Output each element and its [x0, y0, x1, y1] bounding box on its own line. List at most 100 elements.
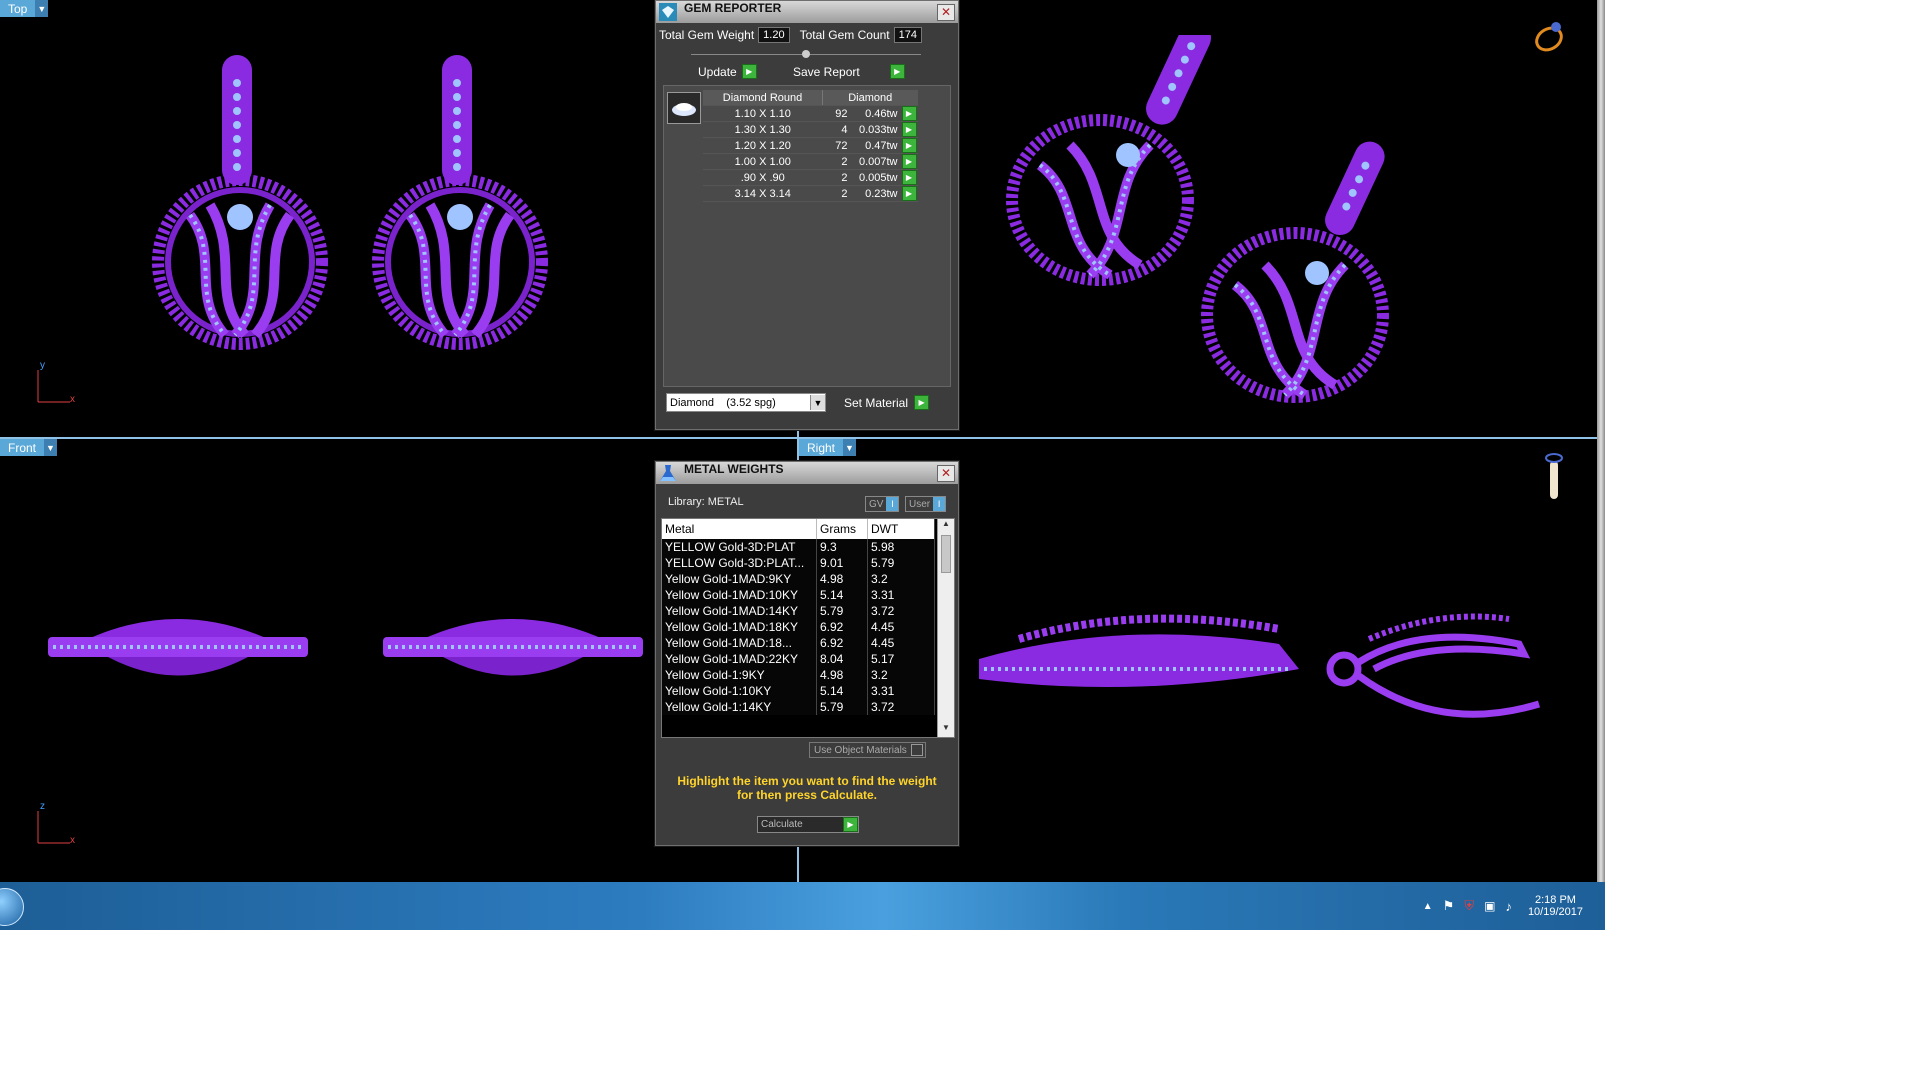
- col-header-metal[interactable]: Metal: [662, 519, 817, 539]
- table-row[interactable]: 1.00 X 1.00 2 0.007tw ▶: [703, 153, 918, 170]
- table-row[interactable]: Yellow Gold-1:9KY 4.98 3.2: [662, 667, 935, 683]
- metal-name: Yellow Gold-1MAD:9KY: [662, 571, 817, 587]
- metal-weights-titlebar[interactable]: METAL WEIGHTS ✕: [656, 462, 958, 484]
- material-select[interactable]: Diamond (3.52 spg) ▼: [666, 393, 826, 412]
- toggle-indicator-icon: I: [933, 497, 946, 511]
- metal-table-header: Metal Grams DWT: [662, 519, 935, 539]
- play-icon[interactable]: ▶: [901, 106, 917, 121]
- table-row[interactable]: Yellow Gold-1MAD:18KY 6.92 4.45: [662, 619, 935, 635]
- metal-list[interactable]: Metal Grams DWT YELLOW Gold-3D:PLAT 9.3 5.…: [661, 518, 955, 738]
- viewport-right-tag[interactable]: Right ▼: [799, 439, 857, 456]
- table-row[interactable]: Yellow Gold-1MAD:14KY 5.79 3.72: [662, 603, 935, 619]
- table-row[interactable]: YELLOW Gold-3D:PLAT... 9.01 5.79: [662, 555, 935, 571]
- metal-grams: 8.04: [816, 651, 868, 667]
- col-header-dwt[interactable]: DWT: [867, 519, 935, 539]
- metal-list-scrollbar[interactable]: ▲ ▼: [937, 519, 954, 737]
- gem-reporter-titlebar[interactable]: GEM REPORTER ✕: [656, 1, 958, 23]
- scroll-up-icon[interactable]: ▲: [938, 519, 954, 533]
- earring-top-view[interactable]: [130, 45, 590, 365]
- gem-list-area[interactable]: Diamond Round Diamond 1.10 X 1.10 92 0.46t…: [663, 85, 951, 387]
- close-icon[interactable]: ✕: [937, 4, 955, 21]
- earring-front-view[interactable]: [48, 599, 648, 699]
- play-icon[interactable]: ▶: [901, 138, 917, 153]
- table-row[interactable]: Yellow Gold-1MAD:10KY 5.14 3.31: [662, 587, 935, 603]
- gem-row-select[interactable]: ▶: [900, 169, 918, 186]
- start-button[interactable]: [0, 888, 24, 926]
- calculate-hint: Highlight the item you want to find the …: [677, 774, 937, 802]
- clock-time: 2:18 PM: [1534, 894, 1576, 906]
- table-row[interactable]: Yellow Gold-1MAD:9KY 4.98 3.2: [662, 571, 935, 587]
- play-icon[interactable]: ▶: [901, 122, 917, 137]
- gem-count: 2: [822, 169, 851, 186]
- security-shield-icon[interactable]: ⛨: [1464, 898, 1474, 914]
- col-header-material: Diamond: [822, 90, 918, 106]
- gem-row-select[interactable]: ▶: [900, 153, 918, 170]
- metal-dwt: 3.2: [867, 667, 935, 683]
- gem-shape-thumbnail[interactable]: [667, 92, 701, 124]
- earring-perspective-view[interactable]: [1000, 35, 1450, 415]
- gem-weight: 0.007tw: [850, 153, 901, 170]
- gem-row-select[interactable]: ▶: [900, 185, 918, 202]
- table-row[interactable]: 1.10 X 1.10 92 0.46tw ▶: [703, 105, 918, 122]
- show-hidden-icons-icon[interactable]: ▲: [1423, 901, 1433, 912]
- set-material-button[interactable]: Set Material ▶: [844, 395, 930, 410]
- ring-view-icon[interactable]: [1532, 18, 1568, 54]
- save-report-button[interactable]: Save Report ▶: [793, 64, 905, 79]
- pendant-view-icon[interactable]: [1539, 451, 1569, 506]
- col-header-grams[interactable]: Grams: [816, 519, 868, 539]
- table-row[interactable]: 1.30 X 1.30 4 0.033tw ▶: [703, 121, 918, 138]
- table-row[interactable]: Yellow Gold-1MAD:22KY 8.04 5.17: [662, 651, 935, 667]
- gem-count: 92: [822, 105, 851, 122]
- scroll-down-icon[interactable]: ▼: [938, 723, 954, 737]
- material-select-value: Diamond (3.52 spg): [670, 396, 776, 409]
- metal-dwt: 4.45: [867, 619, 935, 635]
- viewport-right-label: Right: [807, 440, 836, 455]
- play-icon[interactable]: ▶: [901, 170, 917, 185]
- table-row[interactable]: Yellow Gold-1:14KY 5.79 3.72: [662, 699, 935, 715]
- chevron-down-icon[interactable]: ▼: [843, 439, 857, 456]
- table-row[interactable]: Yellow Gold-1:10KY 5.14 3.31: [662, 683, 935, 699]
- table-row[interactable]: 3.14 X 3.14 2 0.23tw ▶: [703, 185, 918, 202]
- earring-right-view[interactable]: [979, 584, 1549, 724]
- clock[interactable]: 2:18 PM 10/19/2017: [1528, 894, 1583, 918]
- calculate-button[interactable]: Calculate ▶: [757, 816, 859, 833]
- gem-row-select[interactable]: ▶: [900, 137, 918, 154]
- panel-splitter-knob[interactable]: [802, 50, 810, 58]
- chevron-down-icon[interactable]: ▼: [44, 439, 58, 456]
- close-icon[interactable]: ✕: [937, 465, 955, 482]
- chevron-down-icon[interactable]: ▼: [810, 395, 825, 410]
- checkbox-icon[interactable]: [910, 744, 923, 756]
- play-icon[interactable]: ▶: [901, 154, 917, 169]
- update-button[interactable]: Update ▶: [698, 64, 757, 79]
- use-object-materials-checkbox[interactable]: Use Object Materials: [809, 742, 926, 758]
- chevron-down-icon[interactable]: ▼: [35, 0, 49, 17]
- metal-weights-panel: METAL WEIGHTS ✕ Library: METAL GV I User…: [655, 461, 959, 846]
- viewport-top-label: Top: [8, 1, 28, 16]
- gv-toggle[interactable]: GV I: [865, 496, 900, 512]
- user-toggle-label: User: [909, 498, 931, 510]
- viewport-top-tag[interactable]: Top ▼: [0, 0, 49, 17]
- play-icon[interactable]: ▶: [741, 64, 757, 79]
- gem-weight: 0.46tw: [850, 105, 901, 122]
- scroll-thumb[interactable]: [941, 535, 951, 573]
- gem-count: 4: [822, 121, 851, 138]
- network-icon[interactable]: ▣: [1484, 899, 1495, 913]
- gem-row-select[interactable]: ▶: [900, 105, 918, 122]
- gem-row-select[interactable]: ▶: [900, 121, 918, 138]
- axis-label-z: z: [40, 801, 45, 812]
- library-label: Library: METAL: [668, 496, 744, 508]
- play-icon[interactable]: ▶: [914, 395, 930, 410]
- action-center-flag-icon[interactable]: ⚑: [1443, 898, 1455, 914]
- table-row[interactable]: YELLOW Gold-3D:PLAT 9.3 5.98: [662, 539, 935, 555]
- axis-label-y: y: [40, 360, 45, 371]
- viewport-front-tag[interactable]: Front ▼: [0, 439, 58, 456]
- play-icon[interactable]: ▶: [843, 817, 858, 832]
- play-icon[interactable]: ▶: [889, 64, 905, 79]
- user-toggle[interactable]: User I: [905, 496, 947, 512]
- volume-icon[interactable]: ♪: [1505, 899, 1512, 914]
- play-icon[interactable]: ▶: [901, 186, 917, 201]
- metal-name: Yellow Gold-1MAD:18...: [662, 635, 817, 651]
- table-row[interactable]: 1.20 X 1.20 72 0.47tw ▶: [703, 137, 918, 154]
- table-row[interactable]: Yellow Gold-1MAD:18... 6.92 4.45: [662, 635, 935, 651]
- table-row[interactable]: .90 X .90 2 0.005tw ▶: [703, 169, 918, 186]
